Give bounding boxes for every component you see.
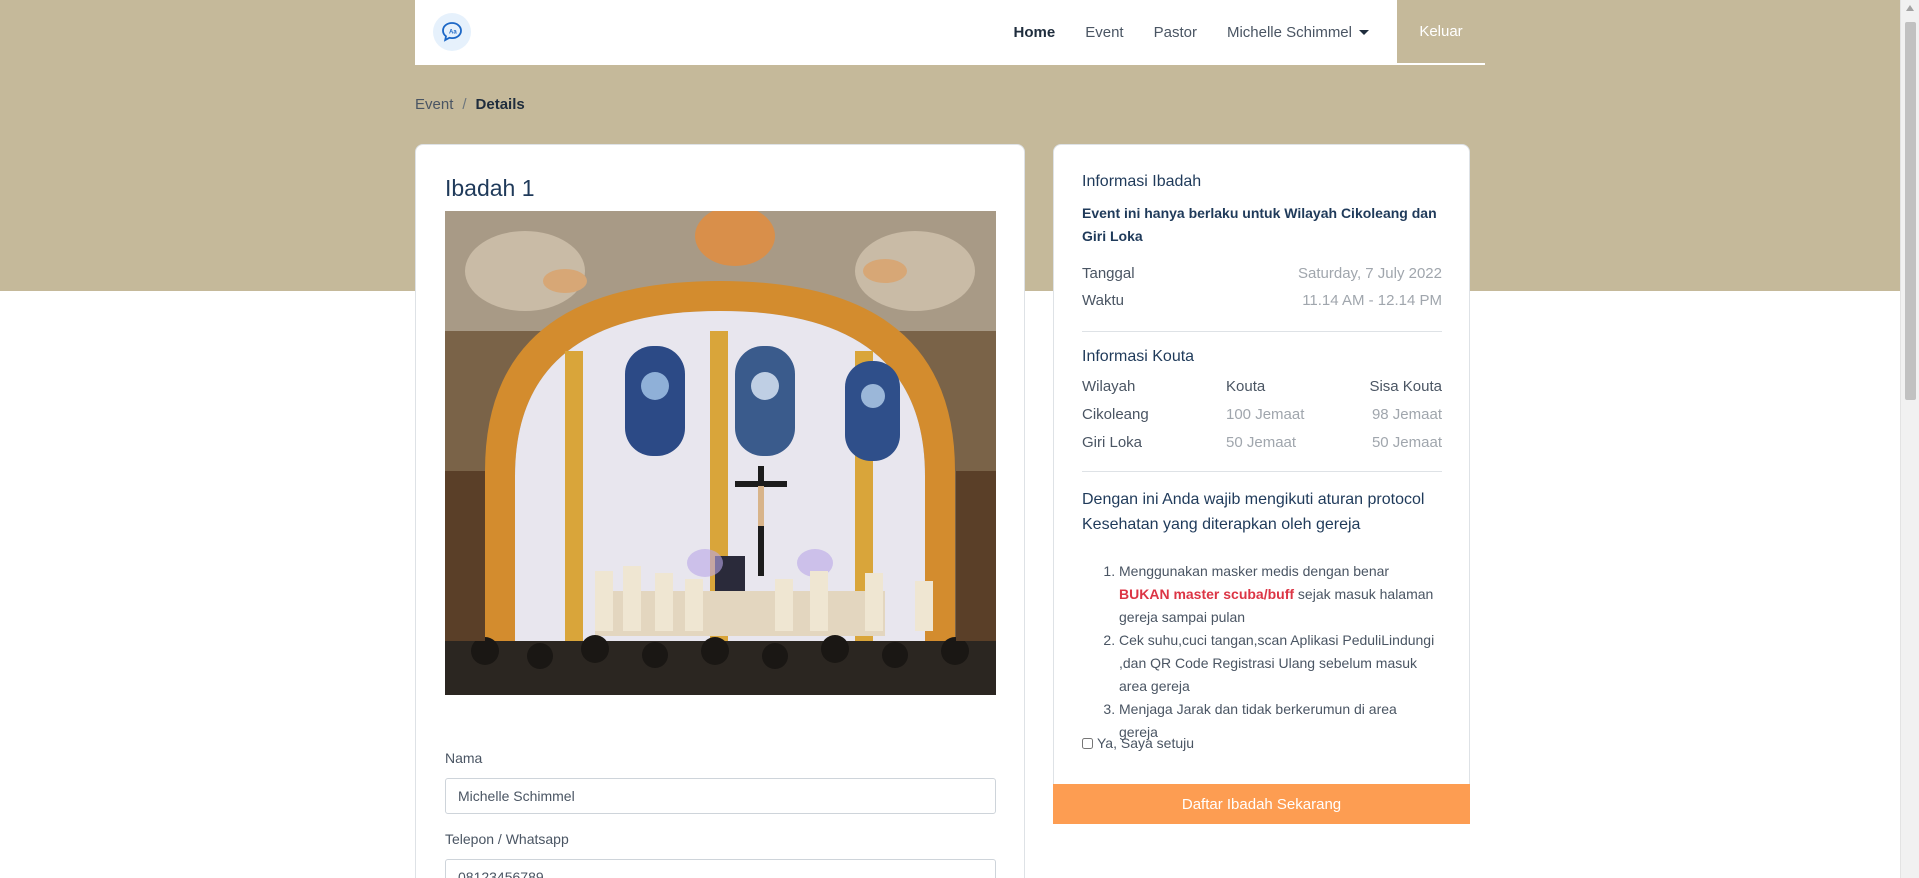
page-scrollbar[interactable]: [1900, 0, 1919, 878]
date-label: Tanggal: [1082, 265, 1135, 282]
kouta-quota: 50 Jemaat: [1226, 434, 1297, 451]
rule-warning-text: BUKAN master scuba/buff: [1119, 586, 1295, 602]
kouta-header-sisa: Sisa Kouta: [1369, 378, 1442, 395]
protocol-rule: Menggunakan masker medis dengan benar BU…: [1119, 560, 1437, 629]
kouta-remaining: 98 Jemaat: [1371, 406, 1442, 423]
time-label: Waktu: [1082, 292, 1124, 309]
event-detail-card: Ibadah 1 Nama Michelle Schimmel Telepon …: [415, 144, 1025, 878]
name-label: Nama: [445, 750, 483, 766]
divider: [1082, 471, 1442, 472]
church-altar-photo: [445, 211, 996, 695]
event-info-card: Informasi Ibadah Event ini hanya berlaku…: [1053, 144, 1470, 824]
date-value: Saturday, 7 July 2022: [1298, 265, 1442, 282]
kouta-header-kouta: Kouta: [1226, 378, 1266, 395]
agree-label: Ya, Saya setuju: [1097, 735, 1195, 751]
phone-field[interactable]: [445, 859, 996, 878]
kouta-header-wilayah: Wilayah: [1082, 378, 1136, 395]
rule-text: Menggunakan masker medis dengan benar: [1119, 563, 1390, 579]
divider: [1082, 331, 1442, 332]
date-row: Tanggal Saturday, 7 July 2022: [1082, 265, 1442, 282]
kouta-quota: 100 Jemaat: [1226, 406, 1305, 423]
logout-button[interactable]: Keluar: [1397, 0, 1485, 65]
protocol-intro: Dengan ini Anda wajib mengikuti aturan p…: [1082, 491, 1425, 533]
nav-links: Home Event Pastor Michelle Schimmel: [984, 0, 1369, 65]
event-title: Ibadah 1: [445, 175, 535, 201]
info-title: Informasi Ibadah: [1082, 173, 1202, 190]
breadcrumb-separator: /: [462, 96, 467, 113]
scrollbar-thumb[interactable]: [1905, 22, 1916, 400]
breadcrumb: Event / Details: [415, 96, 525, 113]
protocol-rules-list: Menggunakan masker medis dengan benar BU…: [1091, 560, 1437, 744]
nav-event[interactable]: Event: [1085, 24, 1123, 41]
agree-checkbox[interactable]: [1082, 737, 1093, 749]
name-field[interactable]: [445, 778, 996, 814]
event-note: Event ini hanya berlaku untuk Wilayah Ci…: [1082, 205, 1437, 244]
user-name: Michelle Schimmel: [1226, 24, 1352, 41]
kouta-title: Informasi Kouta: [1082, 348, 1195, 365]
kouta-wilayah: Giri Loka: [1082, 434, 1143, 451]
svg-text:Aa: Aa: [449, 30, 457, 36]
agree-checkbox-row[interactable]: Ya, Saya setuju: [1082, 735, 1194, 751]
time-row: Waktu 11.14 AM - 12.14 PM: [1082, 292, 1442, 309]
kouta-remaining: 50 Jemaat: [1371, 434, 1442, 451]
scroll-up-icon[interactable]: [1906, 5, 1914, 11]
kouta-wilayah: Cikoleang: [1082, 406, 1149, 423]
nav-pastor[interactable]: Pastor: [1154, 24, 1197, 41]
protocol-rule: Cek suhu,cuci tangan,scan Aplikasi Pedul…: [1119, 629, 1437, 698]
register-event-button[interactable]: Daftar Ibadah Sekarang: [1053, 784, 1470, 824]
phone-label: Telepon / Whatsapp: [445, 831, 569, 847]
time-value: 11.14 AM - 12.14 PM: [1302, 292, 1442, 309]
nav-home[interactable]: Home: [1014, 24, 1056, 41]
user-menu-dropdown[interactable]: Michelle Schimmel: [1227, 24, 1369, 41]
caret-down-icon: [1359, 30, 1369, 35]
chat-bubble-logo-icon[interactable]: Aa: [433, 13, 471, 51]
breadcrumb-current: Details: [475, 96, 525, 113]
navbar: Aa Home Event Pastor Michelle Schimmel K…: [415, 0, 1485, 65]
breadcrumb-event-link[interactable]: Event: [415, 96, 453, 113]
